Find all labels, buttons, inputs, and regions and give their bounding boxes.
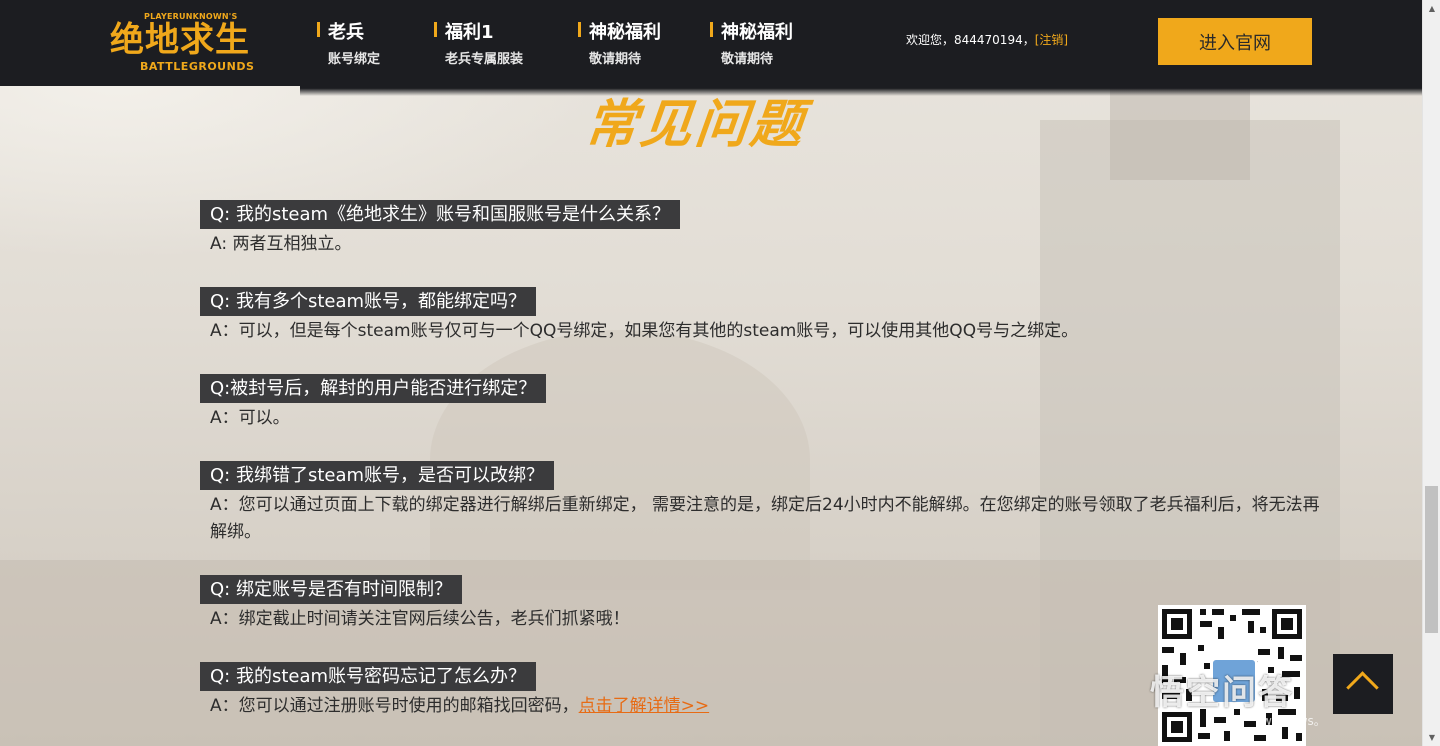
arrow-up-icon: [1346, 671, 1379, 704]
faq-question: Q: 绑定账号是否有时间限制？: [200, 575, 462, 604]
watermark-subtext: windows。: [1262, 714, 1326, 728]
nav-accent-bar: [578, 22, 581, 37]
nav-subtitle: 敬请期待: [721, 52, 774, 67]
faq-item: Q: 我绑错了steam账号，是否可以改绑？ A：您可以通过页面上下载的绑定器进…: [200, 461, 1320, 546]
faq-answer: A：可以。: [210, 408, 290, 428]
faq-answer: A：绑定截止时间请关注官网后续公告，老兵们抓紧哦！: [210, 609, 630, 629]
scroll-down-arrow-icon[interactable]: ▼: [1423, 729, 1440, 746]
site-header: PLAYERUNKNOWN'S 绝地求生 BATTLEGROUNDS 老兵 账号…: [0, 0, 1422, 86]
faq-item: Q: 我的steam账号密码忘记了怎么办？ A：您可以通过注册账号时使用的邮箱找…: [200, 662, 709, 720]
faq-answer: A：可以，但是每个steam账号仅可与一个QQ号绑定，如果您有其他的steam账…: [210, 321, 1079, 341]
faq-answer: A：您可以通过页面上下载的绑定器进行解绑后重新绑定， 需要注意的是，绑定后24小…: [210, 495, 1320, 542]
game-logo[interactable]: PLAYERUNKNOWN'S 绝地求生 BATTLEGROUNDS: [110, 12, 254, 76]
back-to-top-button[interactable]: [1333, 654, 1393, 714]
nav-subtitle: 老兵专属服装: [445, 52, 524, 67]
page-title: 常见问题: [582, 95, 809, 155]
faq-question: Q:被封号后，解封的用户能否进行绑定？: [200, 374, 547, 403]
vertical-scrollbar[interactable]: ▲ ▼: [1422, 0, 1440, 746]
faq-answer: A: 两者互相独立。: [210, 234, 352, 254]
faq-item: Q: 绑定账号是否有时间限制？ A：绑定截止时间请关注官网后续公告，老兵们抓紧哦…: [200, 575, 630, 633]
faq-item: Q: 我有多个steam账号，都能绑定吗？ A：可以，但是每个steam账号仅可…: [200, 287, 1078, 345]
enter-official-site-button[interactable]: 进入官网: [1158, 18, 1312, 65]
faq-item: Q: 我的steam《绝地求生》账号和国服账号是什么关系？ A: 两者互相独立。: [200, 200, 681, 258]
nav-title: 神秘福利: [589, 22, 661, 43]
faq-question: Q: 我的steam账号密码忘记了怎么办？: [200, 662, 537, 691]
logo-bottom-text: BATTLEGROUNDS: [140, 60, 255, 73]
details-link[interactable]: 点击了解详情>>: [579, 696, 710, 716]
faq-question: Q: 我的steam《绝地求生》账号和国服账号是什么关系？: [200, 200, 681, 229]
nav-accent-bar: [317, 22, 320, 37]
nav-subtitle: 账号绑定: [328, 52, 381, 67]
dome-silhouette: [430, 330, 810, 590]
faq-answer: A：您可以通过注册账号时使用的邮箱找回密码，点击了解详情>>: [210, 693, 709, 720]
faq-answer-text: A：您可以通过注册账号时使用的邮箱找回密码，: [210, 696, 579, 716]
scroll-up-arrow-icon[interactable]: ▲: [1423, 0, 1440, 17]
nav-subtitle: 敬请期待: [589, 52, 642, 67]
faq-question: Q: 我有多个steam账号，都能绑定吗？: [200, 287, 537, 316]
nav-accent-bar: [710, 22, 713, 37]
nav-accent-bar: [434, 22, 437, 37]
logo-main-text: 绝地求生: [110, 20, 250, 60]
faq-item: Q:被封号后，解封的用户能否进行绑定？ A：可以。: [200, 374, 547, 432]
logout-link[interactable]: [注销]: [1035, 33, 1068, 47]
faq-question: Q: 我绑错了steam账号，是否可以改绑？: [200, 461, 555, 490]
welcome-text: 欢迎您，844470194，[注销]: [906, 31, 1068, 48]
nav-title: 老兵: [328, 22, 364, 43]
watermark-text: 悟空问答: [1150, 673, 1294, 713]
welcome-user: 欢迎您，844470194，: [906, 33, 1035, 47]
scrollbar-thumb[interactable]: [1425, 486, 1438, 633]
nav-title: 福利1: [445, 22, 494, 43]
header-torn-edge: [300, 82, 1422, 96]
nav-title: 神秘福利: [721, 22, 793, 43]
